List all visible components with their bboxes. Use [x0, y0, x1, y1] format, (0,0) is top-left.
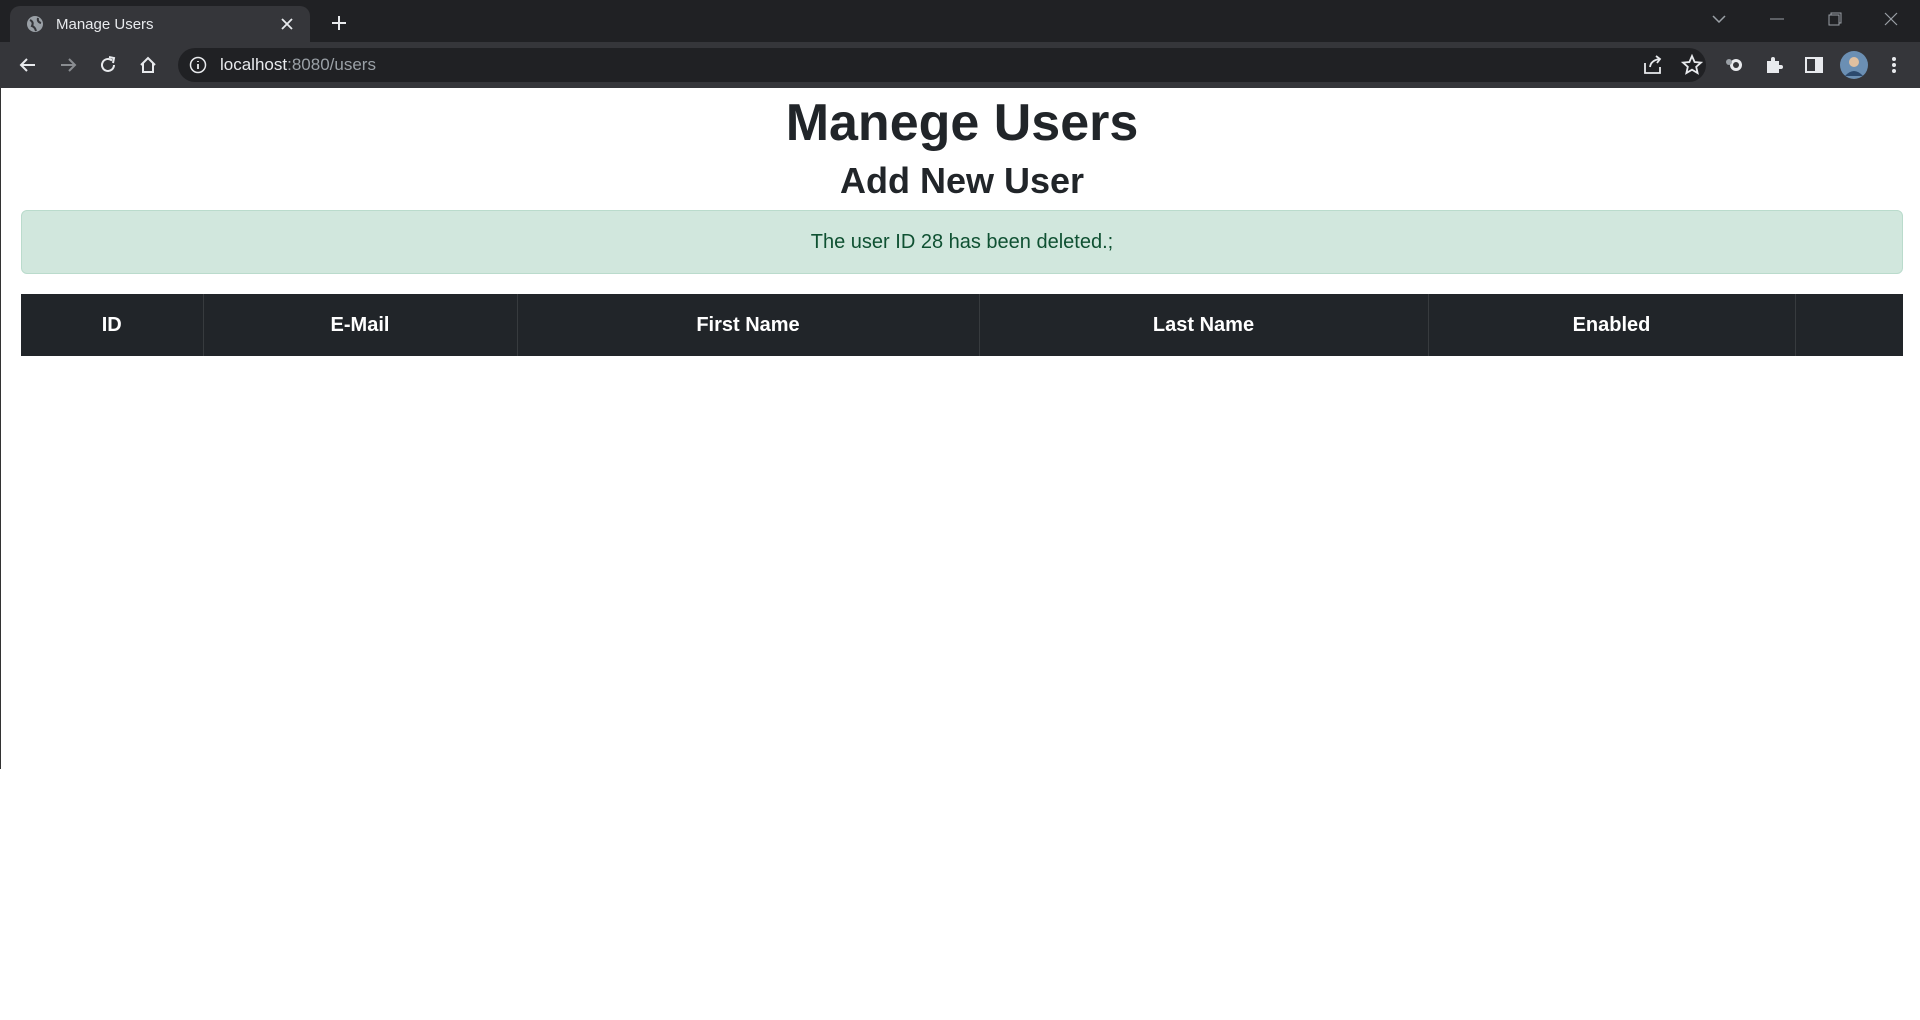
puzzle-icon[interactable]	[1757, 48, 1791, 82]
url-path: :8080/users	[287, 55, 376, 74]
reload-icon[interactable]	[91, 48, 125, 82]
minimize-icon[interactable]	[1748, 0, 1806, 38]
column-header-first-name: First Name	[517, 294, 980, 356]
forward-icon[interactable]	[51, 48, 85, 82]
column-header-actions	[1795, 294, 1903, 356]
browser-tab[interactable]: Manage Users	[10, 6, 310, 42]
add-new-user-link[interactable]: Add New User	[1, 158, 1920, 204]
extension-icon[interactable]	[1717, 48, 1751, 82]
column-header-last-name: Last Name	[979, 294, 1429, 356]
page-title: Manege Users	[785, 94, 1139, 152]
users-table: ID E-Mail First Name Last Name Enabled	[21, 294, 1903, 356]
back-icon[interactable]	[11, 48, 45, 82]
page-content: Manege Users Add New User The user ID 28…	[0, 88, 1920, 1020]
url-host: localhost	[220, 55, 288, 74]
page-container: Manege Users Add New User The user ID 28…	[0, 88, 1920, 769]
share-icon[interactable]	[1642, 54, 1664, 76]
globe-icon	[26, 15, 44, 33]
avatar[interactable]	[1837, 48, 1871, 82]
alert-message: The user ID 28 has been deleted.;	[810, 230, 1114, 253]
tab-strip: Manage Users	[0, 0, 1920, 42]
column-header-email: E-Mail	[203, 294, 518, 356]
info-icon[interactable]	[188, 55, 208, 75]
more-icon[interactable]	[1877, 48, 1911, 82]
sidepanel-icon[interactable]	[1797, 48, 1831, 82]
url-text: localhost:8080/users	[220, 55, 376, 75]
column-header-id: ID	[21, 294, 204, 356]
success-alert: The user ID 28 has been deleted.;	[21, 210, 1903, 274]
close-icon[interactable]	[276, 13, 298, 35]
restore-icon[interactable]	[1806, 0, 1864, 38]
home-icon[interactable]	[131, 48, 165, 82]
browser-toolbar: localhost:8080/users	[0, 42, 1920, 88]
plus-icon[interactable]	[324, 8, 354, 38]
tab-title: Manage Users	[56, 15, 154, 33]
browser-chrome: Manage Users localhost:8080/users	[0, 0, 1920, 88]
column-header-enabled: Enabled	[1428, 294, 1796, 356]
star-icon[interactable]	[1680, 53, 1704, 76]
window-close-icon[interactable]	[1862, 0, 1920, 38]
address-bar[interactable]: localhost:8080/users	[178, 48, 1706, 82]
chevron-down-icon[interactable]	[1690, 0, 1748, 38]
table-header-row: ID E-Mail First Name Last Name Enabled	[21, 294, 1903, 356]
